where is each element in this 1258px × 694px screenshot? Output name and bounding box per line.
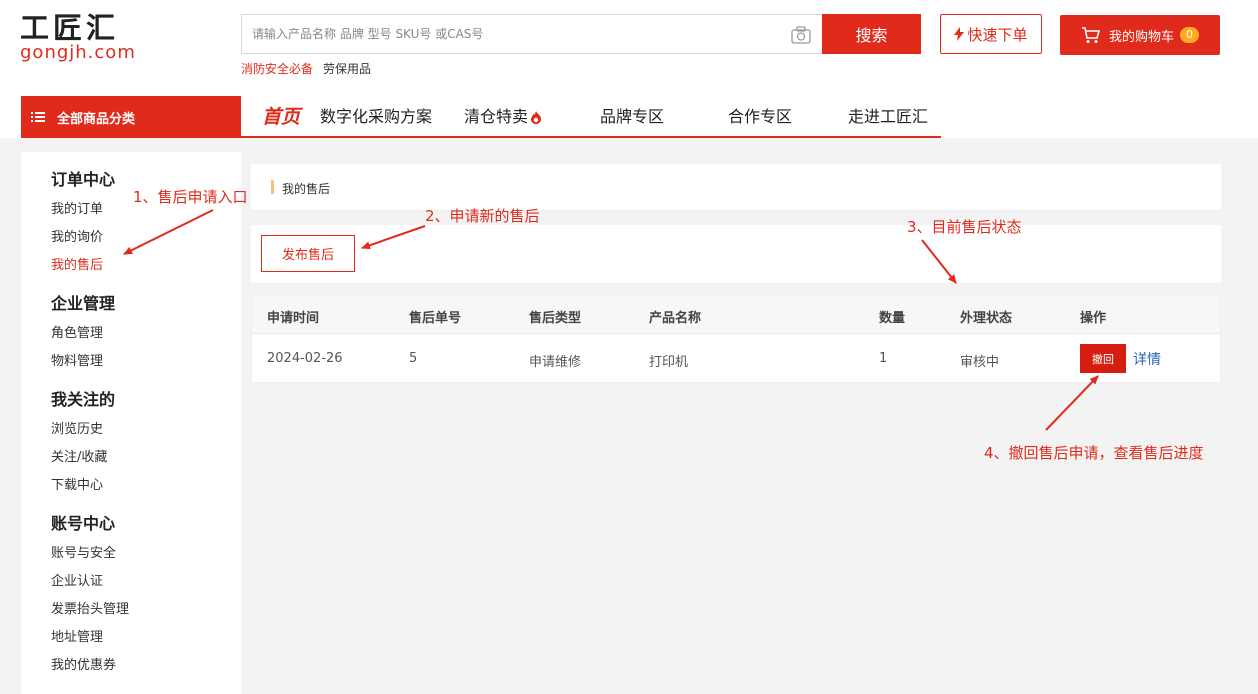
- sidebar-item-address[interactable]: 地址管理: [51, 626, 103, 645]
- annotation-4: 4、撤回售后申请，查看售后进度: [984, 444, 1204, 462]
- hot-search-links: 消防安全必备 劳保用品: [241, 60, 371, 77]
- quick-order-label: 快速下单: [967, 25, 1028, 44]
- logo[interactable]: 工匠汇 gongjh.com: [20, 12, 142, 64]
- search-box: [241, 14, 823, 54]
- nav-underline: [241, 136, 941, 138]
- cell-product: 打印机: [649, 355, 689, 370]
- lightning-icon: [954, 27, 965, 41]
- detail-link[interactable]: 详情: [1133, 349, 1161, 369]
- arrow-4: [1045, 375, 1099, 431]
- th-product: 产品名称: [649, 311, 702, 326]
- action-bar: 发布售后: [251, 225, 1221, 283]
- nav-cooperation-zone[interactable]: 合作专区: [728, 104, 792, 130]
- table-header: 申请时间 售后单号 售后类型 产品名称 数量 外理状态 操作: [252, 296, 1220, 334]
- cell-order-id: 5: [409, 351, 418, 366]
- logo-en: gongjh.com: [20, 42, 136, 63]
- revoke-button[interactable]: 撤回: [1080, 344, 1126, 373]
- sidebar-item-my-inquiries[interactable]: 我的询价: [51, 226, 103, 245]
- annotation-3: 3、目前售后状态: [907, 218, 1022, 236]
- sidebar-title-account: 账号中心: [51, 514, 116, 533]
- th-order-id: 售后单号: [409, 311, 462, 326]
- search-button[interactable]: 搜索: [822, 14, 921, 54]
- sidebar-item-coupons[interactable]: 我的优惠券: [51, 654, 116, 673]
- all-categories-label: 全部商品分类: [57, 111, 136, 127]
- annotation-2: 2、申请新的售后: [425, 207, 540, 225]
- after-sales-table: 申请时间 售后单号 售后类型 产品名称 数量 外理状态 操作 2024-02-2…: [251, 295, 1221, 383]
- cart-label: 我的购物车: [1108, 29, 1174, 45]
- sidebar: 订单中心 我的订单 我的询价 我的售后 企业管理 角色管理 物料管理 我关注的 …: [21, 152, 241, 694]
- all-categories-button[interactable]: 全部商品分类: [21, 96, 241, 138]
- sidebar-item-invoice-title[interactable]: 发票抬头管理: [51, 598, 129, 617]
- quick-order-button[interactable]: 快速下单: [940, 14, 1042, 54]
- nav-home[interactable]: 首页: [262, 104, 300, 130]
- cell-date: 2024-02-26: [267, 351, 343, 366]
- breadcrumb-text: 我的售后: [282, 182, 331, 196]
- sidebar-item-history[interactable]: 浏览历史: [51, 418, 103, 437]
- cart-count-badge: 0: [1180, 27, 1199, 43]
- camera-icon[interactable]: [791, 26, 811, 44]
- sidebar-item-materials[interactable]: 物料管理: [51, 350, 103, 369]
- sidebar-item-roles[interactable]: 角色管理: [51, 322, 103, 341]
- nav-about[interactable]: 走进工匠汇: [848, 104, 928, 130]
- sidebar-title-following: 我关注的: [51, 390, 116, 409]
- menu-icon: [31, 112, 45, 122]
- sidebar-item-downloads[interactable]: 下载中心: [51, 474, 103, 493]
- sidebar-item-my-orders[interactable]: 我的订单: [51, 198, 103, 217]
- breadcrumb: 我的售后: [251, 164, 1221, 211]
- sidebar-title-enterprise: 企业管理: [51, 294, 116, 313]
- sidebar-title-orders: 订单中心: [51, 170, 116, 189]
- th-date: 申请时间: [267, 311, 320, 326]
- sidebar-item-favorites[interactable]: 关注/收藏: [51, 446, 107, 465]
- nav-brand-zone[interactable]: 品牌专区: [600, 104, 664, 130]
- sidebar-item-enterprise-cert[interactable]: 企业认证: [51, 570, 103, 589]
- th-type: 售后类型: [529, 311, 582, 326]
- hot-link-labor-protection[interactable]: 劳保用品: [323, 60, 371, 77]
- cart-button[interactable]: 我的购物车 0: [1060, 15, 1220, 55]
- search-input[interactable]: [242, 16, 772, 52]
- cell-type: 申请维修: [529, 355, 582, 370]
- breadcrumb-accent-bar: [271, 180, 274, 194]
- nav-digital-procurement[interactable]: 数字化采购方案: [320, 104, 432, 130]
- sidebar-item-account-security[interactable]: 账号与安全: [51, 542, 116, 561]
- cart-icon: [1081, 27, 1101, 43]
- cell-status: 审核中: [960, 355, 1000, 370]
- publish-after-sales-button[interactable]: 发布售后: [261, 235, 355, 272]
- th-quantity: 数量: [879, 311, 906, 326]
- annotation-1: 1、售后申请入口: [133, 188, 248, 206]
- th-status: 外理状态: [960, 311, 1013, 326]
- nav-clearance-label: 清仓特卖: [464, 107, 529, 126]
- sidebar-item-my-after-sales[interactable]: 我的售后: [51, 254, 103, 273]
- nav-clearance-sale[interactable]: 清仓特卖: [464, 104, 542, 130]
- hot-link-fire-safety[interactable]: 消防安全必备: [241, 60, 313, 77]
- th-actions: 操作: [1080, 311, 1107, 326]
- logo-cn: 工匠汇: [20, 11, 120, 45]
- cell-quantity: 1: [879, 351, 888, 366]
- hot-flame-icon: [531, 110, 542, 124]
